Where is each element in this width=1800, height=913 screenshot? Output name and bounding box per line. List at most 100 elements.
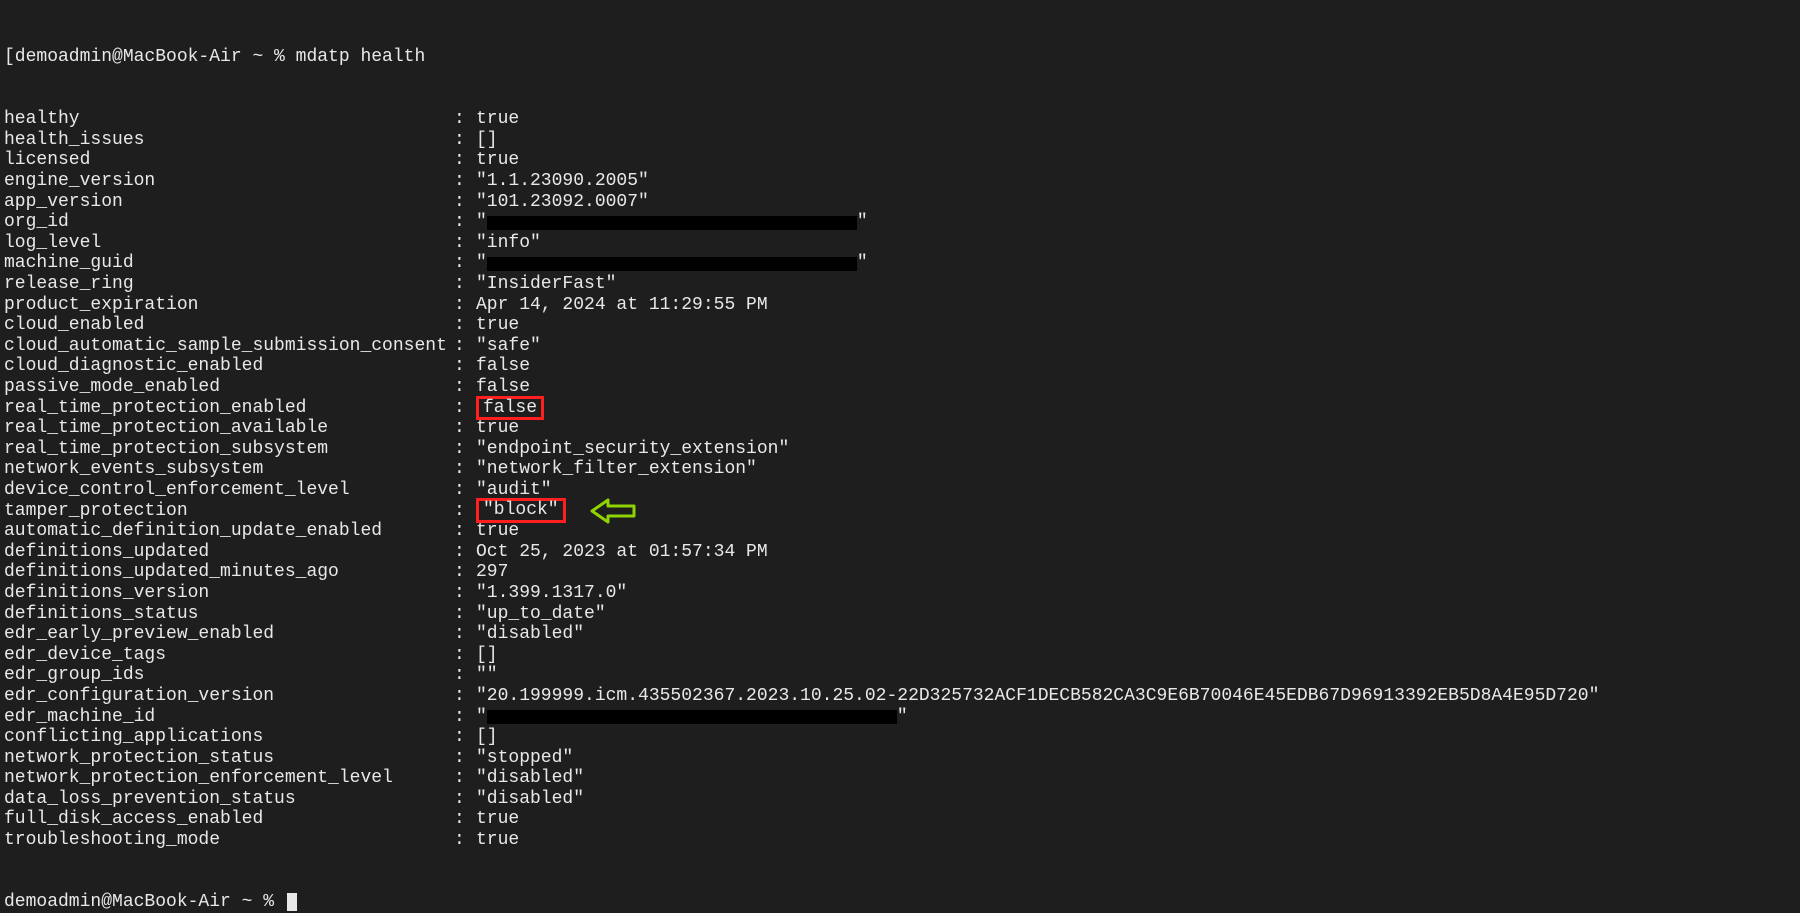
kv-key: data_loss_prevention_status xyxy=(4,789,454,810)
kv-row: health_issues: [] xyxy=(4,130,1796,151)
kv-key: definitions_status xyxy=(4,604,454,625)
kv-key: cloud_diagnostic_enabled xyxy=(4,356,454,377)
kv-row: healthy: true xyxy=(4,109,1796,130)
kv-row: cloud_enabled: true xyxy=(4,315,1796,336)
kv-row: licensed: true xyxy=(4,151,1796,172)
kv-key: conflicting_applications xyxy=(4,727,454,748)
kv-key: automatic_definition_update_enabled xyxy=(4,521,454,542)
kv-colon: : xyxy=(454,377,476,398)
kv-row: tamper_protection: "block" xyxy=(4,501,1796,522)
kv-key: engine_version xyxy=(4,171,454,192)
kv-value: true xyxy=(476,109,519,130)
kv-key: device_control_enforcement_level xyxy=(4,480,454,501)
kv-key: product_expiration xyxy=(4,295,454,316)
kv-colon: : xyxy=(454,315,476,336)
kv-colon: : xyxy=(454,748,476,769)
kv-colon: : xyxy=(454,727,476,748)
kv-value: Oct 25, 2023 at 01:57:34 PM xyxy=(476,542,768,563)
value-suffix: " xyxy=(897,707,908,728)
kv-key: cloud_enabled xyxy=(4,315,454,336)
value-prefix: " xyxy=(476,253,487,274)
kv-key: log_level xyxy=(4,233,454,254)
kv-value: "20.199999.icm.435502367.2023.10.25.02-2… xyxy=(476,686,1599,707)
kv-row: log_level: "info" xyxy=(4,233,1796,254)
kv-colon: : xyxy=(454,130,476,151)
kv-key: edr_configuration_version xyxy=(4,686,454,707)
cursor xyxy=(287,893,297,911)
kv-value: "endpoint_security_extension" xyxy=(476,439,789,460)
kv-key: troubleshooting_mode xyxy=(4,830,454,851)
kv-row: edr_group_ids: "" xyxy=(4,665,1796,686)
kv-key: machine_guid xyxy=(4,253,454,274)
kv-key: real_time_protection_available xyxy=(4,418,454,439)
kv-value: [] xyxy=(476,727,498,748)
kv-colon: : xyxy=(454,624,476,645)
kv-value: true xyxy=(476,150,519,171)
kv-value: [] xyxy=(476,130,498,151)
kv-key: full_disk_access_enabled xyxy=(4,809,454,830)
kv-value: "" xyxy=(476,253,868,274)
kv-key: healthy xyxy=(4,109,454,130)
kv-row: app_version: "101.23092.0007" xyxy=(4,192,1796,213)
kv-value: true xyxy=(476,521,519,542)
kv-row: network_events_subsystem: "network_filte… xyxy=(4,459,1796,480)
kv-key: org_id xyxy=(4,212,454,233)
kv-key: edr_machine_id xyxy=(4,707,454,728)
kv-key: tamper_protection xyxy=(4,501,454,522)
kv-key: edr_group_ids xyxy=(4,665,454,686)
kv-colon: : xyxy=(454,562,476,583)
kv-key: network_protection_status xyxy=(4,748,454,769)
terminal-window[interactable]: [demoadmin@MacBook-Air ~ % mdatp health … xyxy=(0,0,1800,913)
kv-colon: : xyxy=(454,521,476,542)
redacted-bar xyxy=(487,710,897,724)
redacted-bar xyxy=(487,257,857,271)
kv-key: definitions_updated xyxy=(4,542,454,563)
kv-colon: : xyxy=(454,768,476,789)
arrow-left-icon xyxy=(590,498,636,524)
kv-colon: : xyxy=(454,150,476,171)
kv-row: edr_configuration_version: "20.199999.ic… xyxy=(4,686,1796,707)
kv-value: "disabled" xyxy=(476,789,584,810)
kv-key: network_events_subsystem xyxy=(4,459,454,480)
kv-key: app_version xyxy=(4,192,454,213)
kv-row: full_disk_access_enabled: true xyxy=(4,810,1796,831)
kv-row: machine_guid: "" xyxy=(4,254,1796,275)
kv-value: [] xyxy=(476,645,498,666)
kv-row: troubleshooting_mode: true xyxy=(4,830,1796,851)
kv-value: "block" xyxy=(476,498,636,524)
prompt-line-2[interactable]: demoadmin@MacBook-Air ~ % xyxy=(4,892,1796,913)
kv-row: release_ring: "InsiderFast" xyxy=(4,274,1796,295)
kv-colon: : xyxy=(454,830,476,851)
kv-value: true xyxy=(476,315,519,336)
kv-key: passive_mode_enabled xyxy=(4,377,454,398)
value-prefix: " xyxy=(476,212,487,233)
kv-colon: : xyxy=(454,336,476,357)
kv-colon: : xyxy=(454,171,476,192)
kv-value: "1.1.23090.2005" xyxy=(476,171,649,192)
kv-colon: : xyxy=(454,604,476,625)
redacted-bar xyxy=(487,216,857,230)
kv-colon: : xyxy=(454,459,476,480)
kv-colon: : xyxy=(454,439,476,460)
kv-colon: : xyxy=(454,542,476,563)
value-suffix: " xyxy=(857,212,868,233)
kv-value: false xyxy=(476,356,530,377)
kv-key: health_issues xyxy=(4,130,454,151)
kv-row: definitions_updated: Oct 25, 2023 at 01:… xyxy=(4,542,1796,563)
kv-key: real_time_protection_enabled xyxy=(4,398,454,419)
kv-colon: : xyxy=(454,109,476,130)
kv-row: definitions_updated_minutes_ago: 297 xyxy=(4,562,1796,583)
kv-row: org_id: "" xyxy=(4,212,1796,233)
kv-colon: : xyxy=(454,233,476,254)
kv-colon: : xyxy=(454,707,476,728)
kv-value: "" xyxy=(476,665,498,686)
kv-row: edr_early_preview_enabled: "disabled" xyxy=(4,624,1796,645)
kv-value: true xyxy=(476,809,519,830)
kv-value: "disabled" xyxy=(476,624,584,645)
kv-colon: : xyxy=(454,501,476,522)
kv-value: true xyxy=(476,830,519,851)
kv-value: 297 xyxy=(476,562,508,583)
kv-colon: : xyxy=(454,418,476,439)
prompt-line: [demoadmin@MacBook-Air ~ % mdatp health xyxy=(4,47,1796,68)
kv-colon: : xyxy=(454,645,476,666)
